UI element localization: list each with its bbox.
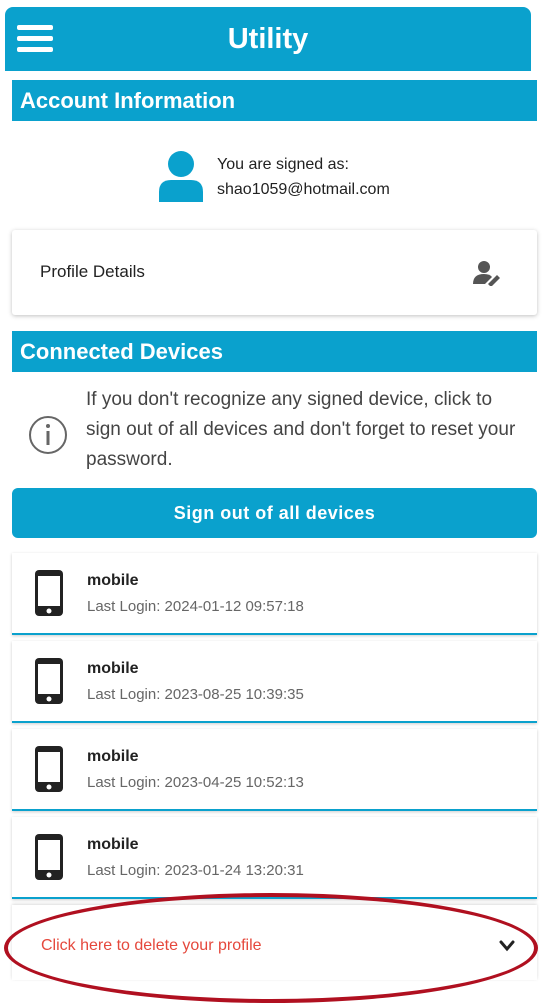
account-email: shao1059@hotmail.com: [217, 181, 390, 198]
device-last-login: Last Login: 2024-01-12 09:57:18: [87, 598, 304, 615]
info-icon: [29, 416, 67, 454]
device-name: mobile: [87, 748, 139, 765]
device-name: mobile: [87, 572, 139, 589]
device-last-login: Last Login: 2023-04-25 10:52:13: [87, 774, 304, 791]
profile-details-card[interactable]: Profile Details: [12, 230, 537, 315]
edit-user-icon: [473, 261, 500, 286]
signed-as-label: You are signed as:: [217, 156, 349, 173]
device-last-login: Last Login: 2023-08-25 10:39:35: [87, 686, 304, 703]
device-name: mobile: [87, 660, 139, 677]
delete-profile-link[interactable]: Click here to delete your profile: [41, 937, 262, 955]
chevron-down-icon[interactable]: [499, 939, 515, 953]
device-row: mobile Last Login: 2023-01-24 13:20:31: [12, 817, 537, 899]
device-row: mobile Last Login: 2023-08-25 10:39:35: [12, 641, 537, 723]
device-name: mobile: [87, 836, 139, 853]
devices-info-text: If you don't recognize any signed device…: [86, 389, 516, 470]
phone-icon: [35, 658, 63, 704]
phone-icon: [35, 570, 63, 616]
utility-screen: Utility Account Information You are sign…: [0, 0, 544, 1003]
signed-in-info: You are signed as: shao1059@hotmail.com: [217, 152, 390, 202]
user-icon: [159, 151, 203, 202]
devices-info: If you don't recognize any signed device…: [12, 385, 537, 475]
profile-details-label: Profile Details: [40, 262, 145, 281]
account-information-header: Account Information: [12, 80, 537, 121]
connected-devices-header: Connected Devices: [12, 331, 537, 372]
page-title: Utility: [227, 23, 309, 55]
delete-profile-row[interactable]: Click here to delete your profile: [12, 905, 537, 980]
device-row: mobile Last Login: 2023-04-25 10:52:13: [12, 729, 537, 811]
phone-icon: [35, 834, 63, 880]
account-info: You are signed as: shao1059@hotmail.com: [157, 150, 457, 210]
phone-icon: [35, 746, 63, 792]
app-bar: Utility: [5, 7, 531, 71]
device-row: mobile Last Login: 2024-01-12 09:57:18: [12, 553, 537, 635]
device-last-login: Last Login: 2023-01-24 13:20:31: [87, 862, 304, 879]
sign-out-all-devices-button[interactable]: Sign out of all devices: [12, 488, 537, 538]
